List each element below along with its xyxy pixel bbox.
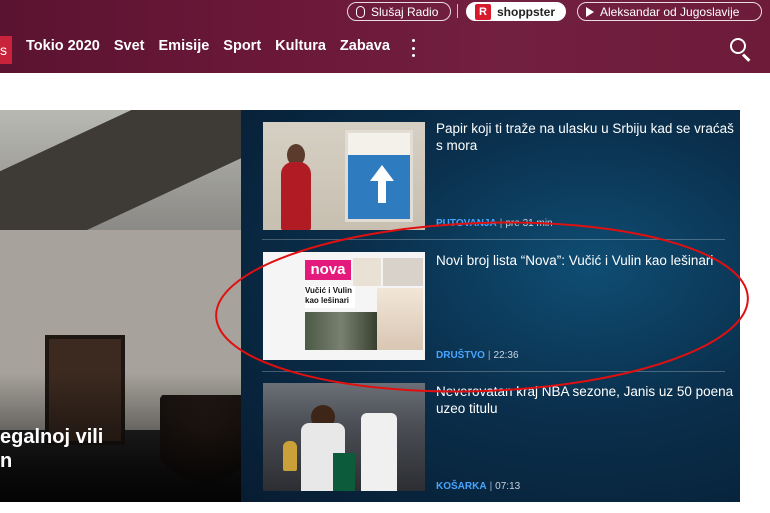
meta-separator: | xyxy=(487,350,491,361)
news-thumbnail[interactable] xyxy=(263,122,425,230)
listen-radio-button[interactable]: Slušaj Radio xyxy=(347,2,451,21)
shoppster-label: shoppster xyxy=(497,4,556,19)
hero-title[interactable]: egalnoj vili n xyxy=(0,425,241,473)
thumbnail-sidebar xyxy=(383,258,423,286)
news-title[interactable]: Novi broj lista “Nova”: Vučić i Vulin ka… xyxy=(436,252,736,269)
site-header: Slušaj Radio R shoppster Aleksandar od J… xyxy=(0,0,770,73)
news-time: pre 31 min xyxy=(505,218,553,229)
thumbnail-person xyxy=(361,413,397,491)
show-link-button[interactable]: Aleksandar od Jugoslavije xyxy=(577,2,762,21)
nav-item-zabava[interactable]: Zabava xyxy=(340,38,390,54)
hero-title-line: egalnoj vili xyxy=(0,426,104,448)
thumbnail-photo xyxy=(305,312,377,350)
meta-separator: | xyxy=(499,218,503,229)
news-thumbnail[interactable]: nova Vučić i Vulin kao lešinari xyxy=(263,252,425,360)
show-label: Aleksandar od Jugoslavije xyxy=(600,4,740,19)
shoppster-logo-icon: R xyxy=(475,3,491,20)
news-category[interactable]: KOŠARKA xyxy=(436,481,487,492)
list-divider xyxy=(262,239,725,240)
news-meta: KOŠARKA | 07:13 xyxy=(436,481,520,492)
main-nav: Tokio 2020 Svet Emisije Sport Kultura Za… xyxy=(26,38,390,54)
thumbnail-trophy xyxy=(283,441,297,471)
shoppster-button[interactable]: R shoppster xyxy=(466,2,566,21)
thumbnail-person xyxy=(281,162,311,230)
listen-radio-label: Slušaj Radio xyxy=(371,4,439,19)
brand-logo[interactable]: s xyxy=(0,36,12,64)
thumbnail-sign xyxy=(345,130,413,222)
meta-separator: | xyxy=(489,481,493,492)
topbar-separator xyxy=(457,4,458,18)
brand-logo-fragment: s xyxy=(0,42,7,58)
more-vertical-icon[interactable] xyxy=(410,39,416,57)
news-time: 07:13 xyxy=(495,481,521,492)
thumbnail-jersey xyxy=(333,453,355,491)
nav-item-kultura[interactable]: Kultura xyxy=(275,38,326,54)
nav-item-tokio-2020[interactable]: Tokio 2020 xyxy=(26,38,100,54)
news-title[interactable]: Neverovatan kraj NBA sezone, Janis uz 50… xyxy=(436,383,736,417)
thumbnail-photo xyxy=(377,288,423,350)
nav-item-sport[interactable]: Sport xyxy=(223,38,261,54)
thumbnail-headline: Vučić i Vulin kao lešinari xyxy=(305,286,355,308)
thumbnail-masthead: nova xyxy=(305,260,351,280)
nav-item-emisije[interactable]: Emisije xyxy=(159,38,210,54)
news-category[interactable]: DRUŠTVO xyxy=(436,350,485,361)
news-thumbnail[interactable] xyxy=(263,383,425,491)
news-category[interactable]: PUTOVANJA xyxy=(436,218,497,229)
search-icon[interactable] xyxy=(730,38,752,62)
list-divider xyxy=(262,371,725,372)
nav-item-svet[interactable]: Svet xyxy=(114,38,145,54)
hero-title-line: n xyxy=(0,450,13,472)
top-utility-bar: Slušaj Radio R shoppster Aleksandar od J… xyxy=(0,0,770,25)
microphone-icon xyxy=(356,5,365,18)
news-meta: DRUŠTVO | 22:36 xyxy=(436,350,519,361)
play-icon xyxy=(586,6,594,17)
news-meta: PUTOVANJA | pre 31 min xyxy=(436,218,553,229)
news-time: 22:36 xyxy=(493,350,519,361)
thumbnail-sidebar xyxy=(353,258,381,286)
news-title[interactable]: Papir koji ti traže na ulasku u Srbiju k… xyxy=(436,120,736,154)
